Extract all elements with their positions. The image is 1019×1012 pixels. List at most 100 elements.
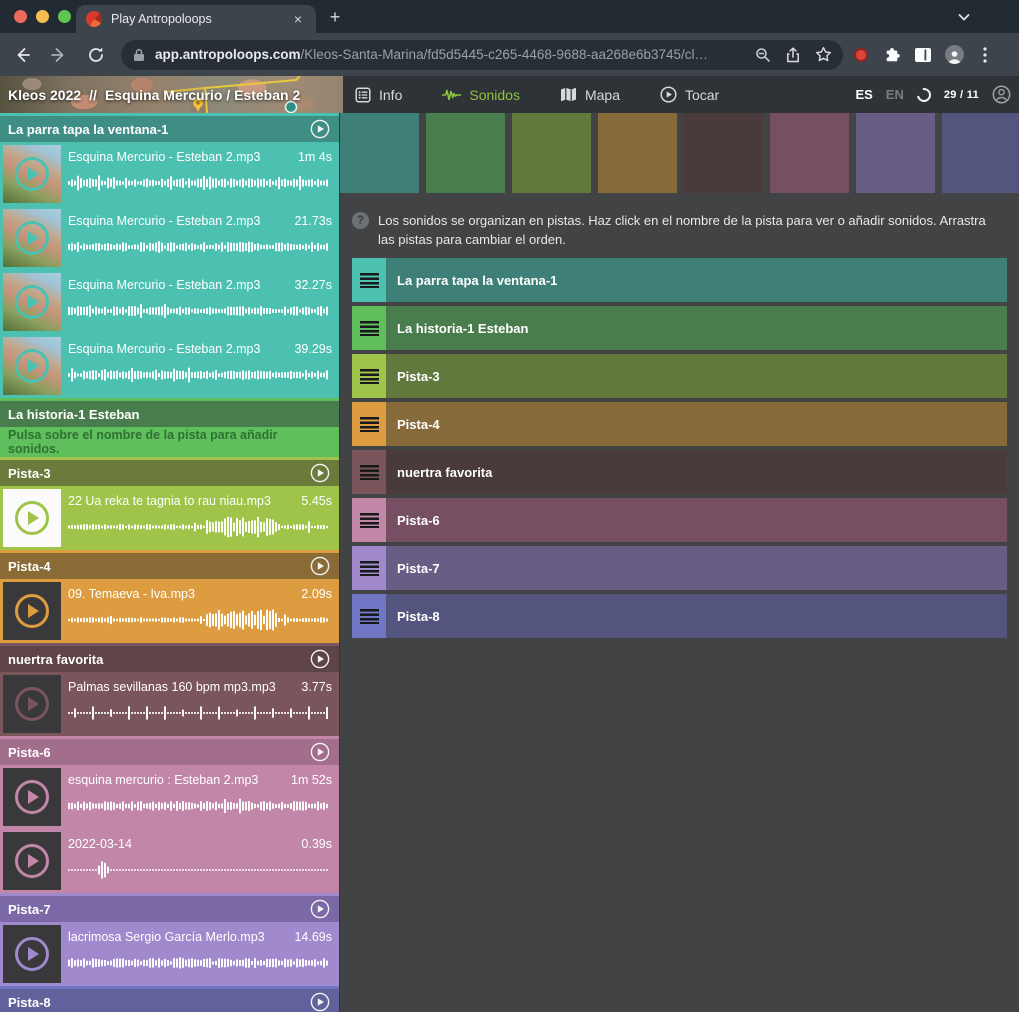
back-button[interactable]: [10, 43, 34, 67]
play-clip-button[interactable]: [15, 937, 49, 971]
drag-handle[interactable]: [352, 594, 386, 638]
drag-handle[interactable]: [352, 354, 386, 398]
play-track-icon[interactable]: [310, 463, 330, 483]
track-section-header[interactable]: La historia-1 Esteban: [0, 401, 339, 427]
track-section-header[interactable]: Pista-6: [0, 739, 339, 765]
track-row[interactable]: La historia-1 Esteban: [352, 306, 1007, 350]
track-row-bar[interactable]: Pista-7: [386, 546, 1007, 590]
profile-button[interactable]: [941, 42, 967, 68]
audio-clip[interactable]: Esquina Mercurio - Esteban 2.mp339.29s: [0, 334, 339, 398]
track-row-bar[interactable]: Pista-3: [386, 354, 1007, 398]
track-color-swatch[interactable]: [512, 113, 591, 193]
account-icon[interactable]: [992, 85, 1011, 104]
track-row[interactable]: Pista-4: [352, 402, 1007, 446]
drag-handle[interactable]: [352, 498, 386, 542]
track-color-swatch[interactable]: [426, 113, 505, 193]
clip-thumbnail[interactable]: [3, 145, 61, 203]
track-row-bar[interactable]: La parra tapa la ventana-1: [386, 258, 1007, 302]
clip-thumbnail[interactable]: [3, 337, 61, 395]
track-section-header[interactable]: nuertra favorita: [0, 646, 339, 672]
track-color-swatch[interactable]: [942, 113, 1019, 193]
play-track-icon[interactable]: [310, 992, 330, 1012]
drag-handle[interactable]: [352, 450, 386, 494]
clip-thumbnail[interactable]: [3, 209, 61, 267]
track-section-header[interactable]: Pista-7: [0, 896, 339, 922]
audio-clip[interactable]: Esquina Mercurio - Esteban 2.mp332.27s: [0, 270, 339, 334]
lang-en-button[interactable]: EN: [886, 87, 904, 102]
play-track-icon[interactable]: [310, 649, 330, 669]
audio-clip[interactable]: esquina mercurio : Esteban 2.mp31m 52s: [0, 765, 339, 829]
audio-clip[interactable]: Esquina Mercurio - Esteban 2.mp321.73s: [0, 206, 339, 270]
clip-thumbnail[interactable]: [3, 768, 61, 826]
track-row[interactable]: La parra tapa la ventana-1: [352, 258, 1007, 302]
tab-info[interactable]: Info: [355, 87, 402, 103]
play-track-icon[interactable]: [310, 742, 330, 762]
side-panel-button[interactable]: [910, 42, 936, 68]
extensions-button[interactable]: [879, 42, 905, 68]
play-clip-button[interactable]: [15, 844, 49, 878]
track-row[interactable]: Pista-8: [352, 594, 1007, 638]
audio-clip[interactable]: Palmas sevillanas 160 bpm mp3.mp33.77s: [0, 672, 339, 736]
zoom-page-button[interactable]: [751, 43, 775, 67]
audio-clip[interactable]: Esquina Mercurio - Esteban 2.mp31m 4s: [0, 142, 339, 206]
tab-sonidos[interactable]: Sonidos: [442, 87, 520, 103]
track-row[interactable]: Pista-6: [352, 498, 1007, 542]
browser-tab[interactable]: Play Antropoloops ×: [76, 5, 316, 33]
track-row-bar[interactable]: La historia-1 Esteban: [386, 306, 1007, 350]
play-clip-button[interactable]: [15, 594, 49, 628]
play-clip-button[interactable]: [15, 157, 49, 191]
minimize-window-button[interactable]: [36, 10, 49, 23]
play-track-icon[interactable]: [310, 556, 330, 576]
play-clip-button[interactable]: [15, 221, 49, 255]
share-button[interactable]: [781, 43, 805, 67]
clip-thumbnail[interactable]: [3, 582, 61, 640]
play-clip-button[interactable]: [15, 349, 49, 383]
play-track-icon[interactable]: [310, 119, 330, 139]
new-tab-button[interactable]: +: [324, 7, 346, 29]
audio-clip[interactable]: lacrimosa Sergio García Merlo.mp314.69s: [0, 922, 339, 986]
lang-es-button[interactable]: ES: [855, 87, 872, 102]
drag-handle[interactable]: [352, 258, 386, 302]
reload-button[interactable]: [84, 43, 108, 67]
play-track-icon[interactable]: [310, 899, 330, 919]
clip-thumbnail[interactable]: [3, 273, 61, 331]
clip-thumbnail[interactable]: [3, 832, 61, 890]
audio-clip[interactable]: 09. Temaeva - Iva.mp32.09s: [0, 579, 339, 643]
track-color-swatch[interactable]: [770, 113, 849, 193]
play-clip-button[interactable]: [15, 780, 49, 814]
track-color-swatch[interactable]: [684, 113, 763, 193]
address-bar[interactable]: app.antropoloops.com/Kleos-Santa-Marina/…: [121, 40, 843, 70]
track-row-bar[interactable]: Pista-4: [386, 402, 1007, 446]
browser-menu-button[interactable]: [972, 42, 998, 68]
recording-extension-button[interactable]: [848, 42, 874, 68]
track-color-swatch[interactable]: [598, 113, 677, 193]
track-color-swatch[interactable]: [340, 113, 419, 193]
clip-thumbnail[interactable]: [3, 489, 61, 547]
tab-tocar[interactable]: Tocar: [660, 86, 719, 103]
tab-close-icon[interactable]: ×: [290, 10, 306, 28]
drag-handle[interactable]: [352, 546, 386, 590]
track-row[interactable]: Pista-3: [352, 354, 1007, 398]
track-row-bar[interactable]: Pista-6: [386, 498, 1007, 542]
bookmark-button[interactable]: [811, 43, 835, 67]
play-clip-button[interactable]: [15, 501, 49, 535]
tab-search-chevron-icon[interactable]: [956, 9, 972, 25]
play-clip-button[interactable]: [15, 687, 49, 721]
forward-button[interactable]: [47, 43, 71, 67]
audio-clip[interactable]: 22 Ua reka te tagnia to rau niau.mp35.45…: [0, 486, 339, 550]
track-row-bar[interactable]: Pista-8: [386, 594, 1007, 638]
track-section-header[interactable]: Pista-3: [0, 460, 339, 486]
clip-thumbnail[interactable]: [3, 675, 61, 733]
clip-thumbnail[interactable]: [3, 925, 61, 983]
tab-mapa[interactable]: Mapa: [560, 87, 620, 103]
track-section-header[interactable]: Pista-4: [0, 553, 339, 579]
fullscreen-window-button[interactable]: [58, 10, 71, 23]
track-section-header[interactable]: La parra tapa la ventana-1: [0, 116, 339, 142]
track-row-bar[interactable]: nuertra favorita: [386, 450, 1007, 494]
track-row[interactable]: nuertra favorita: [352, 450, 1007, 494]
track-section-header[interactable]: Pista-8: [0, 989, 339, 1012]
close-window-button[interactable]: [14, 10, 27, 23]
play-clip-button[interactable]: [15, 285, 49, 319]
drag-handle[interactable]: [352, 306, 386, 350]
drag-handle[interactable]: [352, 402, 386, 446]
